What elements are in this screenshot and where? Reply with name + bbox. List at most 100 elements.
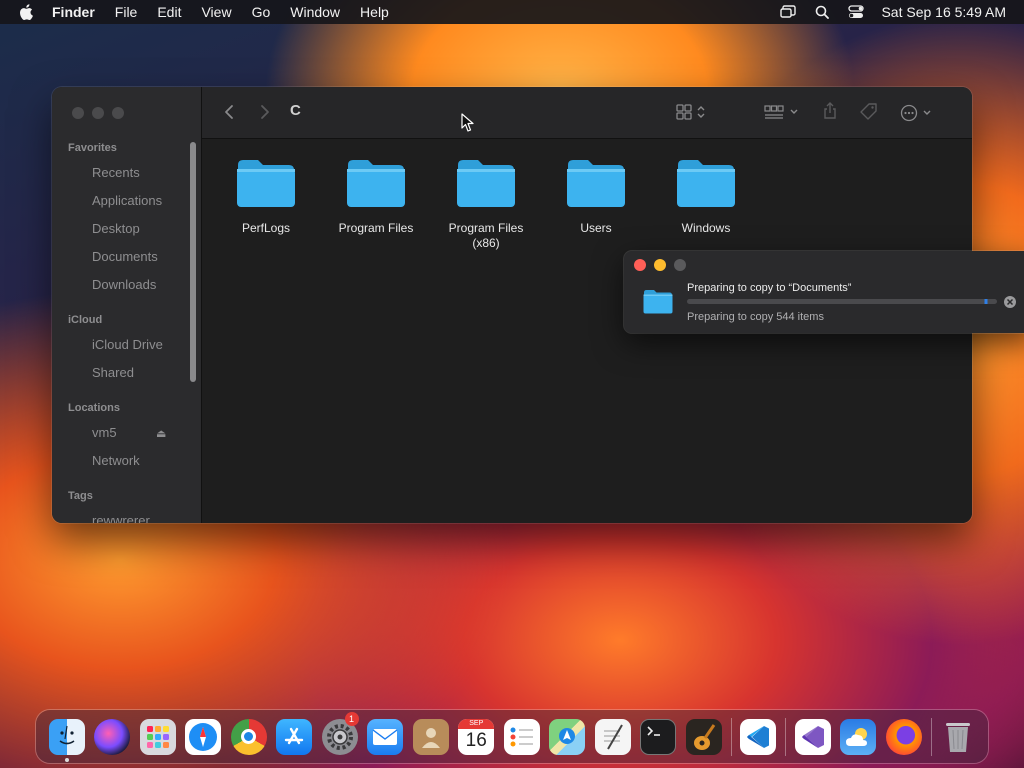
sidebar-item-icloud-drive[interactable]: iCloud Drive <box>92 337 163 352</box>
visual-studio-icon <box>794 718 831 755</box>
menu-help[interactable]: Help <box>350 0 399 24</box>
dock-weather[interactable] <box>836 710 882 763</box>
dock-finder[interactable] <box>44 710 90 763</box>
menu-app-name[interactable]: Finder <box>52 0 105 24</box>
sidebar-item-vm5[interactable]: vm5 <box>92 425 117 440</box>
chevron-right-icon <box>261 105 269 119</box>
dock-terminal[interactable] <box>636 710 682 763</box>
reminders-icon <box>503 718 540 755</box>
window-controls <box>72 107 124 119</box>
window-title: C <box>290 102 301 119</box>
back-button[interactable] <box>224 104 234 120</box>
copy-dialog-title: Preparing to copy to “Documents” <box>687 282 852 294</box>
mouse-cursor-icon <box>461 113 474 132</box>
dock-separator <box>930 717 932 756</box>
menu-edit[interactable]: Edit <box>147 0 191 24</box>
tag-icon <box>860 103 877 120</box>
dock-mail[interactable] <box>363 710 409 763</box>
menu-clock[interactable]: Sat Sep 16 5:49 AM <box>873 4 1006 20</box>
group-button[interactable] <box>764 104 799 120</box>
dock-launchpad[interactable] <box>135 710 181 763</box>
menu-view[interactable]: View <box>191 0 241 24</box>
folder-item[interactable]: Program Files <box>321 157 431 236</box>
dock-contacts[interactable] <box>408 710 454 763</box>
sidebar-item-shared[interactable]: Shared <box>92 365 134 380</box>
tag-button[interactable] <box>860 103 878 121</box>
close-icon <box>1006 298 1014 306</box>
eject-icon[interactable]: ⏏ <box>156 427 166 440</box>
sidebar-section-icloud: iCloud <box>68 314 103 326</box>
mail-icon <box>367 718 404 755</box>
dialog-window-controls <box>634 259 686 271</box>
close-button[interactable] <box>72 107 84 119</box>
calendar-month: SEP <box>458 718 495 729</box>
copy-dialog-status: Preparing to copy 544 items <box>687 311 824 323</box>
cancel-copy-button[interactable] <box>1004 296 1016 308</box>
sidebar-item-tag[interactable]: rewwrerer <box>92 513 150 523</box>
screen-mirroring-icon[interactable] <box>771 5 805 19</box>
dock-app-store[interactable] <box>272 710 318 763</box>
apple-menu-icon[interactable] <box>0 4 52 20</box>
chevron-left-icon <box>225 105 233 119</box>
dock-calendar[interactable]: SEP 16 <box>454 710 500 763</box>
copy-progress-bar <box>687 299 997 304</box>
dock-reminders[interactable] <box>499 710 545 763</box>
view-mode-button[interactable] <box>676 104 706 120</box>
safari-icon <box>185 718 222 755</box>
sidebar-item-downloads[interactable]: Downloads <box>92 277 156 292</box>
vscode-icon <box>740 718 777 755</box>
trash-icon <box>940 719 976 755</box>
dock-separator <box>730 717 732 756</box>
folder-icon <box>457 160 515 207</box>
chevron-updown-icon <box>697 106 705 118</box>
dialog-minimize-button[interactable] <box>654 259 666 271</box>
forward-button[interactable] <box>260 104 270 120</box>
control-center-icon[interactable] <box>839 5 873 19</box>
dialog-zoom-button <box>674 259 686 271</box>
share-button[interactable] <box>822 102 838 120</box>
folder-label: Users <box>580 221 612 235</box>
folder-item[interactable]: Windows <box>651 157 761 236</box>
dock-chrome[interactable] <box>226 710 272 763</box>
dock-system-settings[interactable]: 1 <box>317 710 363 763</box>
finder-sidebar: Favorites Recents Applications Desktop D… <box>52 87 202 523</box>
dock-vscode[interactable] <box>736 710 782 763</box>
sidebar-item-desktop[interactable]: Desktop <box>92 221 140 236</box>
dock-garageband[interactable] <box>681 710 727 763</box>
menu-go[interactable]: Go <box>242 0 281 24</box>
search-icon[interactable] <box>805 5 839 19</box>
menu-file[interactable]: File <box>105 0 148 24</box>
folder-item[interactable]: Users <box>541 157 651 236</box>
guitar-icon <box>685 718 722 755</box>
copy-progress-fill <box>687 299 997 304</box>
chrome-icon <box>230 718 267 755</box>
dock-trash[interactable] <box>936 710 982 763</box>
notification-badge: 1 <box>344 712 359 726</box>
group-grid-icon <box>764 105 784 119</box>
dock-visual-studio[interactable] <box>790 710 836 763</box>
dock-siri[interactable] <box>90 710 136 763</box>
dock-textedit[interactable] <box>590 710 636 763</box>
sidebar-item-recents[interactable]: Recents <box>92 165 140 180</box>
sidebar-item-network[interactable]: Network <box>92 453 140 468</box>
sidebar-scrollbar[interactable] <box>190 142 196 382</box>
sidebar-section-locations: Locations <box>68 402 120 414</box>
minimize-button[interactable] <box>92 107 104 119</box>
textedit-icon <box>594 718 631 755</box>
app-store-icon <box>276 718 313 755</box>
dialog-close-button[interactable] <box>634 259 646 271</box>
zoom-button[interactable] <box>112 107 124 119</box>
dock-safari[interactable] <box>181 710 227 763</box>
folder-label: Windows <box>681 221 731 235</box>
action-menu-button[interactable] <box>900 104 932 122</box>
folder-item[interactable]: Program Files (x86) <box>431 157 541 251</box>
weather-icon <box>840 718 877 755</box>
sidebar-item-applications[interactable]: Applications <box>92 193 162 208</box>
menu-window[interactable]: Window <box>280 0 350 24</box>
dock-firefox[interactable] <box>881 710 927 763</box>
dock-maps[interactable] <box>545 710 591 763</box>
folder-label: Program Files (x86) <box>448 221 524 250</box>
folder-item[interactable]: PerfLogs <box>211 157 321 236</box>
siri-icon <box>94 718 131 755</box>
sidebar-item-documents[interactable]: Documents <box>92 249 158 264</box>
